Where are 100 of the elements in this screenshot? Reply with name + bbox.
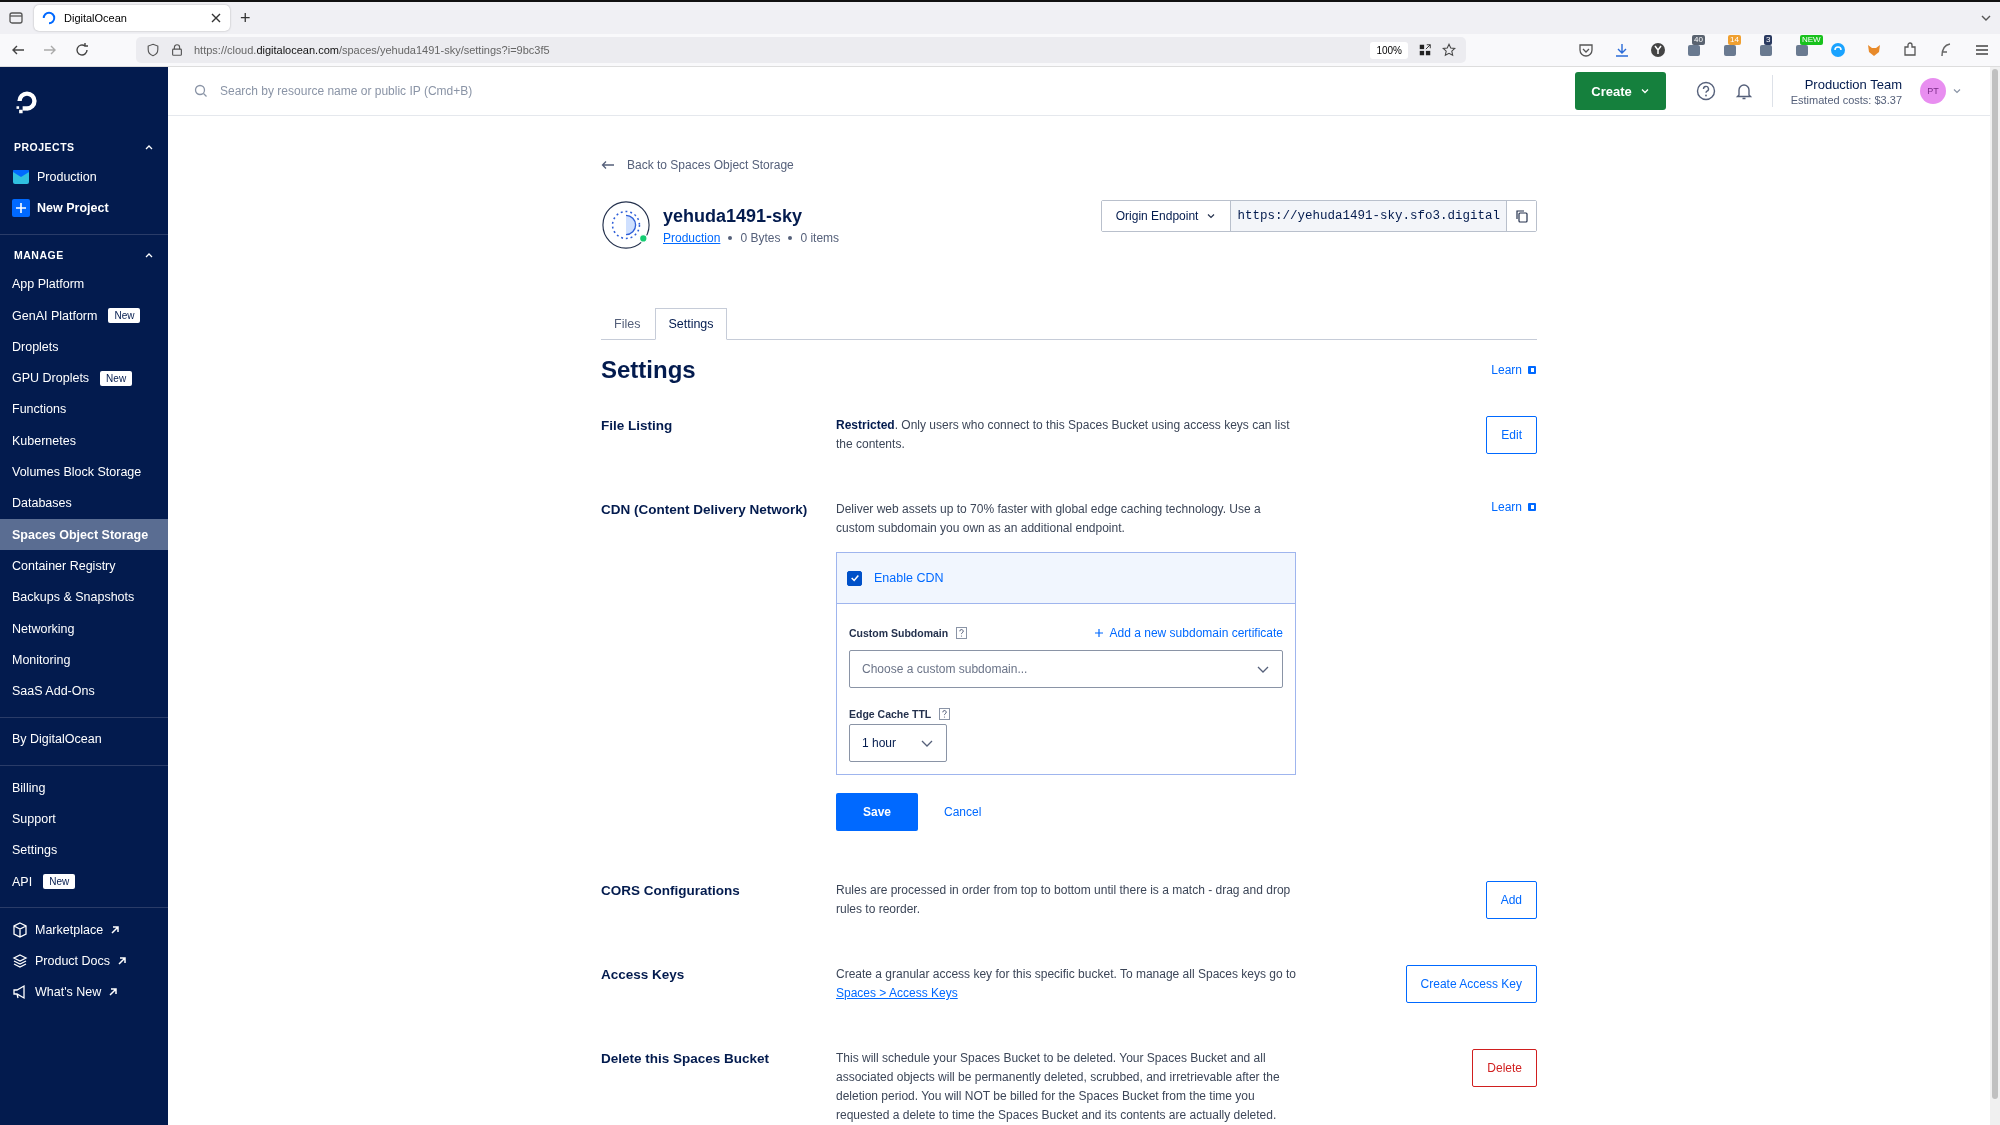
sidebar-item[interactable]: Settings <box>0 834 168 866</box>
new-tab-button[interactable]: + <box>240 7 251 29</box>
sidebar-toggle-icon[interactable] <box>8 10 24 26</box>
chevron-down-icon <box>1639 86 1650 96</box>
tab-title: DigitalOcean <box>64 12 127 24</box>
section-description: Rules are processed in order from top to bottom until there is a match - drag and drop rules to reorder. <box>836 882 1292 918</box>
action-button[interactable]: Edit <box>1486 416 1537 454</box>
star-icon[interactable] <box>1442 43 1456 57</box>
extension-badge: 14 <box>1728 35 1741 45</box>
grid-icon[interactable] <box>1418 43 1432 57</box>
sidebar-item[interactable]: GPU Droplets New <box>0 362 168 394</box>
left-arrow-icon <box>601 158 615 172</box>
plus-icon <box>1093 628 1104 638</box>
y-circle-icon[interactable] <box>1650 42 1666 58</box>
sidebar-item[interactable]: Container Registry <box>0 550 168 582</box>
sidebar-item[interactable]: By DigitalOcean <box>0 723 168 756</box>
sidebar-item[interactable]: Product Docs <box>0 945 168 977</box>
sidebar-item[interactable]: Kubernetes <box>0 425 168 457</box>
sidebar-item[interactable]: App Platform <box>0 268 168 300</box>
sidebar-item[interactable]: Functions <box>0 393 168 426</box>
browser-tab[interactable]: DigitalOcean <box>34 5 230 31</box>
url-text: https://cloud.digitalocean.com/spaces/yehuda1491-sky/settings?i=9bc3f5 <box>194 44 551 56</box>
sidebar-item[interactable]: Volumes Block Storage <box>0 456 168 488</box>
new-badge: New <box>43 874 76 890</box>
sidebar-item[interactable]: API New <box>0 865 168 898</box>
subdomain-dropdown[interactable]: Choose a custom subdomain... <box>849 650 1283 688</box>
sidebar-item[interactable]: SaaS Add-Ons <box>0 675 168 707</box>
create-button[interactable]: Create <box>1575 72 1666 110</box>
plus-icon <box>12 198 30 217</box>
checkmark-icon <box>849 573 860 583</box>
team-name[interactable]: Production Team <box>1804 76 1902 92</box>
shield-icon <box>146 43 160 57</box>
learn-link[interactable]: Learn <box>1491 500 1537 514</box>
sidebar-item[interactable]: GenAI Platform New <box>0 299 168 332</box>
section-description: Create a granular access key for this specific bucket. To manage all Spaces keys go to Spaces > Access Keys <box>836 966 1296 1002</box>
sidebar-item[interactable]: Support <box>0 803 168 835</box>
new-badge: New <box>100 370 133 386</box>
cube-icon <box>12 921 28 938</box>
section-label: CDN (Content Delivery Network) <box>601 501 809 519</box>
sidebar-item[interactable]: New Project <box>0 192 168 224</box>
tab[interactable]: Settings <box>655 308 727 340</box>
lock-icon <box>170 43 184 57</box>
sidebar-item[interactable]: Droplets <box>0 331 168 363</box>
tab[interactable]: Files <box>601 308 654 340</box>
menu-icon[interactable] <box>1974 42 1990 58</box>
download-icon[interactable] <box>1614 42 1630 58</box>
sidebar-item[interactable]: What's New <box>0 976 168 1009</box>
pocket-icon[interactable] <box>1578 42 1594 58</box>
help-icon[interactable] <box>939 708 951 720</box>
logo-icon <box>42 11 56 25</box>
access-keys-link[interactable]: Spaces > Access Keys <box>836 986 958 1000</box>
avatar[interactable]: PT <box>1920 78 1946 104</box>
reload-icon[interactable] <box>74 42 90 58</box>
project-link[interactable]: Production <box>663 230 721 245</box>
section-heading: PROJECTS <box>14 141 75 153</box>
layers-icon <box>12 953 28 970</box>
sidebar-item[interactable]: Monitoring <box>0 644 168 676</box>
section-description: Restricted. Only users who connect to this Spaces Bucket using access keys can list the contents. <box>836 417 1291 453</box>
section-description: This will schedule your Spaces Bucket to be deleted. Your Spaces Bucket and all associated objects will be permanently deleted, scrubbed, and irretrievable after the deletion period. You will NOT be billed for the Spaces Bucket from the time you requested a delete to time the Spaces Bucket and its contents are actually deleted. <box>836 1050 1281 1124</box>
checkbox-label[interactable]: Enable CDN <box>874 571 944 585</box>
address-bar[interactable]: https://cloud.digitalocean.com/spaces/yehuda1491-sky/settings?i=9bc3f5 100% <box>136 37 1466 63</box>
extension-badge: NEW <box>1800 35 1823 45</box>
field-label: Edge Cache TTL <box>849 708 932 720</box>
checkbox[interactable] <box>847 570 862 586</box>
sidebar-item[interactable]: Databases <box>0 487 168 519</box>
sidebar-item[interactable]: Production <box>0 161 168 193</box>
zoom-level[interactable]: 100% <box>1370 41 1408 59</box>
help-icon[interactable] <box>1695 81 1716 101</box>
delete-button[interactable]: Delete <box>1472 1049 1537 1087</box>
save-button[interactable]: Save <box>836 793 919 831</box>
sidebar-item[interactable]: Billing <box>0 772 168 804</box>
bucket-icon <box>601 200 651 250</box>
help-icon[interactable] <box>956 627 968 639</box>
bell-icon[interactable] <box>1733 81 1754 101</box>
learn-link[interactable]: Learn <box>1491 363 1537 377</box>
section-heading: MANAGE <box>14 248 64 261</box>
sidebar-item[interactable]: Networking <box>0 612 168 645</box>
back-link[interactable]: Back to Spaces Object Storage <box>601 158 794 172</box>
cancel-button[interactable]: Cancel <box>938 804 988 820</box>
separator-dot-icon <box>728 235 733 240</box>
puzzle-icon[interactable] <box>1902 42 1918 58</box>
ttl-dropdown[interactable]: 1 hour <box>849 724 947 762</box>
sidebar-item[interactable]: Backups & Snapshots <box>0 581 168 613</box>
field-label: Custom Subdomain <box>849 627 949 639</box>
add-certificate-link[interactable]: Add a new subdomain certificate <box>1093 626 1283 640</box>
item-count: 0 items <box>800 230 840 245</box>
megaphone-icon <box>12 984 28 1001</box>
separator-dot-icon <box>788 235 793 240</box>
section-label: File Listing <box>601 417 674 435</box>
action-button[interactable]: Add <box>1485 881 1537 919</box>
extension-icon[interactable] <box>1758 42 1774 58</box>
new-badge: New <box>108 308 141 324</box>
folder-icon <box>12 167 30 186</box>
extension-icon[interactable] <box>1686 42 1702 58</box>
action-button[interactable]: Create Access Key <box>1405 965 1537 1003</box>
page-title: Settings <box>601 356 696 384</box>
close-icon[interactable] <box>210 12 222 24</box>
sidebar-item[interactable]: Marketplace <box>0 914 168 946</box>
section-label: Access Keys <box>601 966 686 984</box>
sidebar-item[interactable]: Spaces Object Storage <box>0 518 168 551</box>
